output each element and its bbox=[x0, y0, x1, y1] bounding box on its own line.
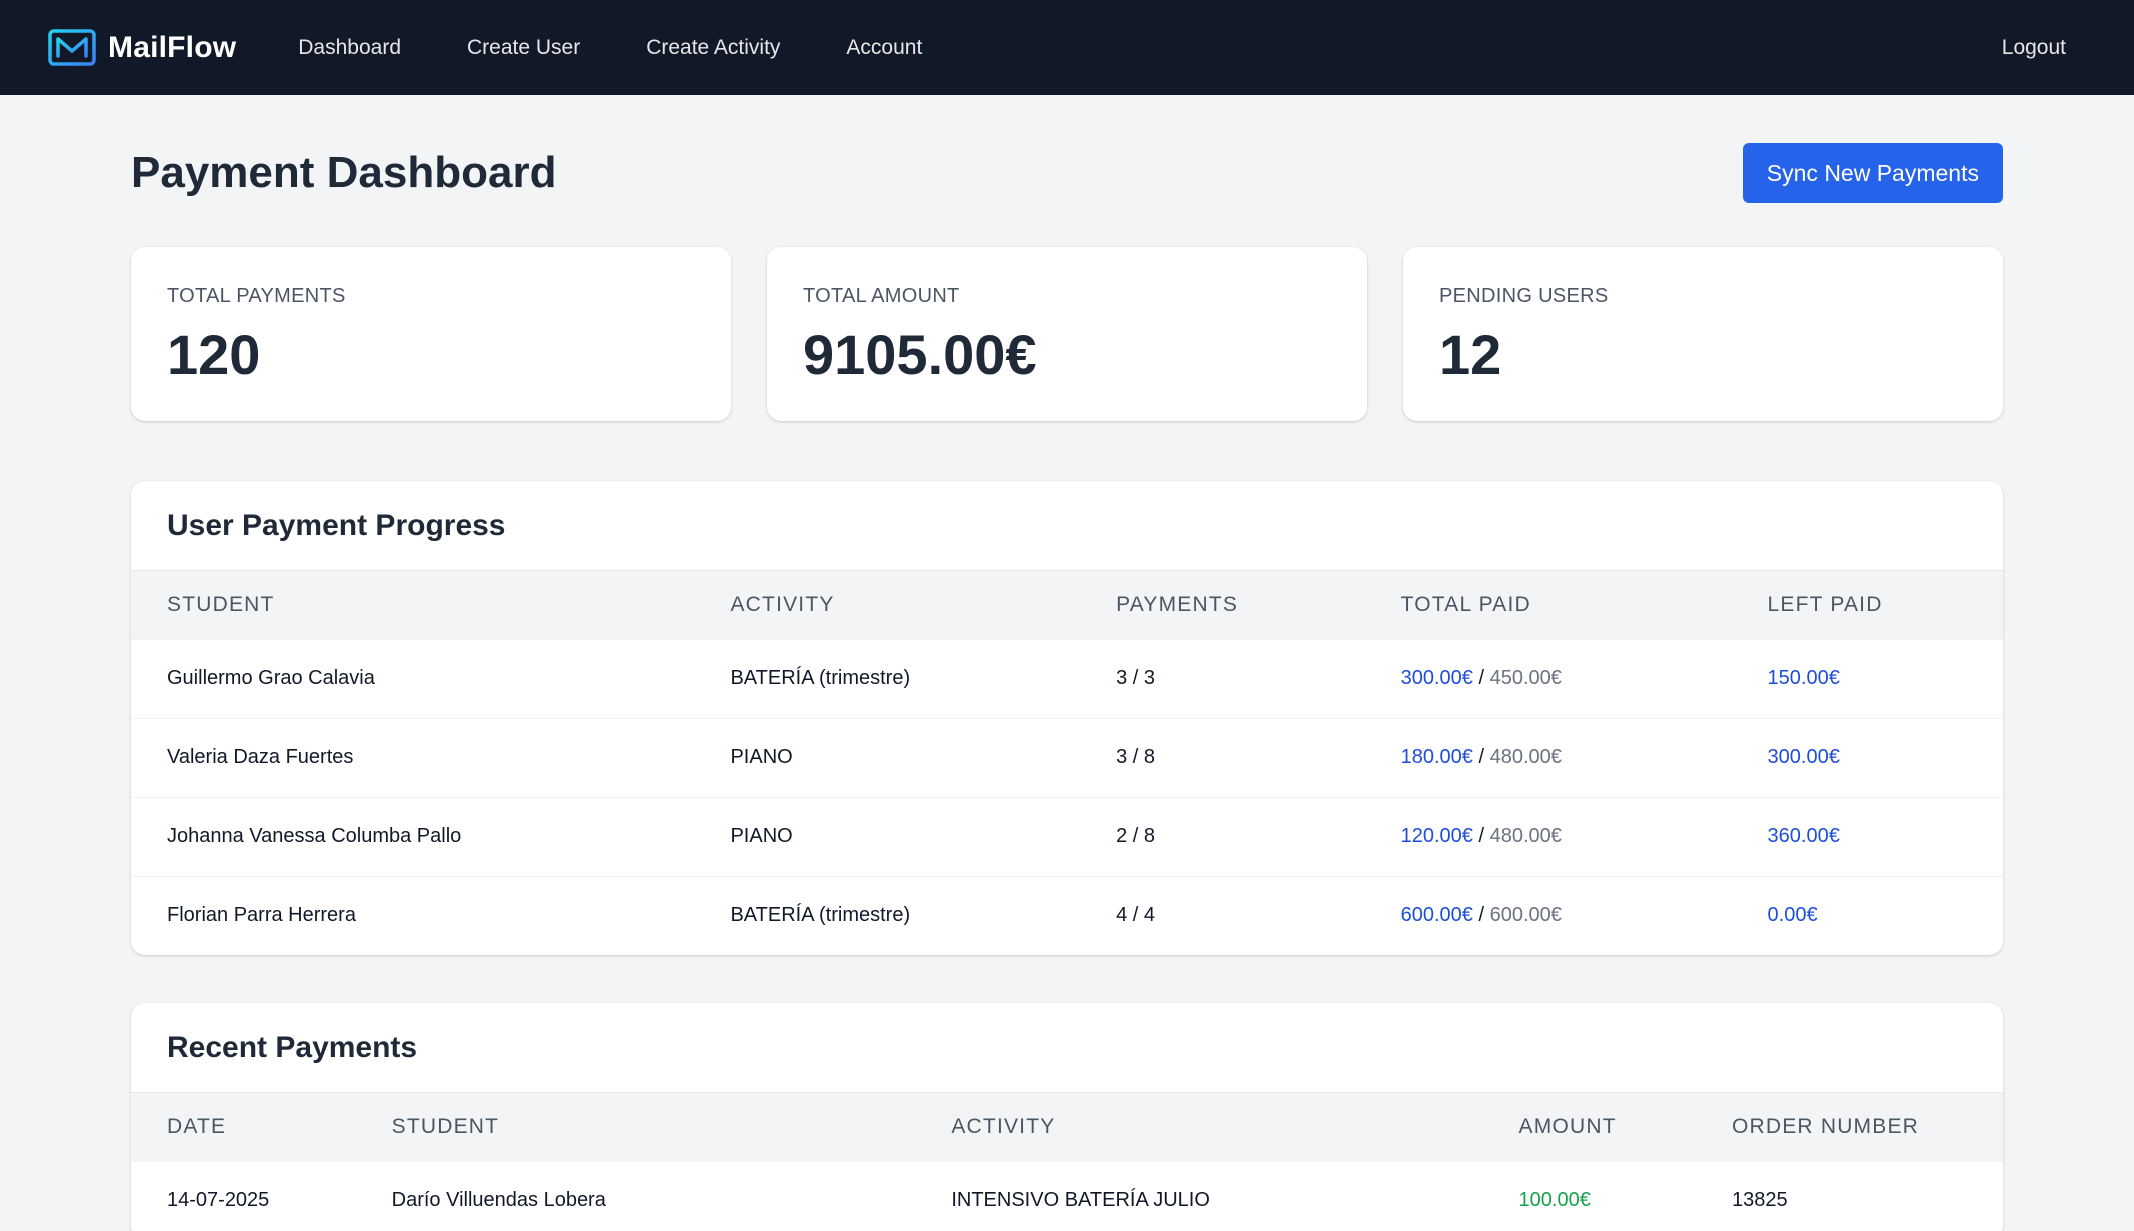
cell-student: Valeria Daza Fuertes bbox=[131, 717, 695, 797]
top-navbar: MailFlow Dashboard Create User Create Ac… bbox=[0, 0, 2134, 95]
stat-card-total-payments: TOTAL PAYMENTS 120 bbox=[131, 247, 731, 421]
cell-payments: 3 / 3 bbox=[1080, 638, 1365, 718]
nav-link-create-user[interactable]: Create User bbox=[467, 28, 580, 68]
column-header-student: STUDENT bbox=[167, 592, 275, 616]
main-content: Payment Dashboard Sync New Payments TOTA… bbox=[131, 95, 2003, 1231]
nav-link-dashboard[interactable]: Dashboard bbox=[298, 28, 401, 68]
cell-activity: PIANO bbox=[694, 796, 1081, 876]
cell-total-paid: 180.00€ / 480.00€ bbox=[1364, 717, 1732, 797]
recent-payments-panel: Recent Payments DATE STUDENT ACTIVITY AM… bbox=[131, 1003, 2003, 1231]
cell-student: Darío Villuendas Lobera bbox=[355, 1160, 916, 1231]
column-header-activity: ACTIVITY bbox=[730, 592, 835, 616]
stat-label: TOTAL PAYMENTS bbox=[167, 285, 346, 307]
column-header-student: STUDENT bbox=[391, 1114, 500, 1138]
column-header-amount: AMOUNT bbox=[1518, 1114, 1617, 1138]
brand[interactable]: MailFlow bbox=[48, 29, 236, 66]
cell-total-paid: 300.00€ / 450.00€ bbox=[1364, 638, 1732, 718]
stat-value: 12 bbox=[1439, 323, 1502, 386]
column-header-total-paid: TOTAL PAID bbox=[1400, 592, 1531, 616]
cell-order-number: 13825 bbox=[1695, 1160, 2003, 1231]
nav-link-create-activity[interactable]: Create Activity bbox=[646, 28, 780, 68]
column-header-date: DATE bbox=[167, 1114, 227, 1138]
cell-payments: 4 / 4 bbox=[1080, 875, 1365, 955]
table-row: 14-07-2025 Darío Villuendas Lobera INTEN… bbox=[131, 1160, 2003, 1231]
table-row: Johanna Vanessa Columba Pallo PIANO 2 / … bbox=[131, 796, 2003, 876]
total-amount: 480.00€ bbox=[1489, 825, 1562, 847]
table-row: Florian Parra Herrera BATERÍA (trimestre… bbox=[131, 875, 2003, 955]
stat-value: 9105.00€ bbox=[803, 323, 1037, 386]
page-title: Payment Dashboard bbox=[131, 148, 557, 197]
nav-link-account[interactable]: Account bbox=[846, 28, 922, 68]
logout-link[interactable]: Logout bbox=[2002, 36, 2066, 60]
cell-left-paid: 150.00€ bbox=[1731, 638, 2003, 718]
cell-total-paid: 120.00€ / 480.00€ bbox=[1364, 796, 1732, 876]
mail-logo-icon bbox=[48, 29, 96, 66]
cell-date: 14-07-2025 bbox=[131, 1160, 356, 1231]
stat-label: TOTAL AMOUNT bbox=[803, 285, 960, 307]
stat-label: PENDING USERS bbox=[1439, 285, 1609, 307]
nav-links: Dashboard Create User Create Activity Ac… bbox=[298, 28, 988, 68]
column-header-left-paid: LEFT PAID bbox=[1767, 592, 1883, 616]
paid-amount: 600.00€ bbox=[1400, 904, 1473, 927]
total-amount: 480.00€ bbox=[1489, 746, 1562, 768]
total-amount: 600.00€ bbox=[1489, 904, 1562, 927]
sync-payments-button[interactable]: Sync New Payments bbox=[1742, 143, 2003, 203]
cell-left-paid: 0.00€ bbox=[1731, 875, 2003, 955]
cell-left-paid: 300.00€ bbox=[1731, 717, 2003, 797]
paid-amount: 180.00€ bbox=[1400, 746, 1473, 768]
cell-activity: BATERÍA (trimestre) bbox=[694, 638, 1081, 718]
table-header-row: STUDENT ACTIVITY PAYMENTS TOTAL PAID LEF… bbox=[131, 571, 2003, 639]
panel-title: User Payment Progress bbox=[131, 481, 2003, 571]
table-row: Guillermo Grao Calavia BATERÍA (trimestr… bbox=[131, 638, 2003, 718]
stats-row: TOTAL PAYMENTS 120 TOTAL AMOUNT 9105.00€… bbox=[131, 247, 2003, 421]
column-header-activity: ACTIVITY bbox=[951, 1114, 1056, 1138]
paid-amount: 120.00€ bbox=[1400, 825, 1473, 847]
user-payment-progress-panel: User Payment Progress STUDENT ACTIVITY P… bbox=[131, 481, 2003, 955]
cell-student: Guillermo Grao Calavia bbox=[131, 638, 695, 718]
page-header: Payment Dashboard Sync New Payments bbox=[131, 143, 2003, 203]
cell-amount: 100.00€ bbox=[1482, 1160, 1696, 1231]
cell-student: Johanna Vanessa Columba Pallo bbox=[131, 796, 695, 876]
recent-payments-table: DATE STUDENT ACTIVITY AMOUNT ORDER NUMBE… bbox=[131, 1093, 2003, 1231]
progress-table: STUDENT ACTIVITY PAYMENTS TOTAL PAID LEF… bbox=[131, 571, 2003, 955]
stat-value: 120 bbox=[167, 323, 261, 386]
total-amount: 450.00€ bbox=[1489, 667, 1562, 689]
stat-card-total-amount: TOTAL AMOUNT 9105.00€ bbox=[767, 247, 1367, 421]
cell-activity: PIANO bbox=[694, 717, 1081, 797]
cell-activity: INTENSIVO BATERÍA JULIO bbox=[915, 1160, 1483, 1231]
column-header-order-number: ORDER NUMBER bbox=[1731, 1114, 1920, 1138]
column-header-payments: PAYMENTS bbox=[1116, 592, 1239, 616]
cell-activity: BATERÍA (trimestre) bbox=[694, 875, 1081, 955]
brand-name: MailFlow bbox=[108, 30, 237, 64]
cell-payments: 2 / 8 bbox=[1080, 796, 1365, 876]
stat-card-pending-users: PENDING USERS 12 bbox=[1403, 247, 2003, 421]
cell-payments: 3 / 8 bbox=[1080, 717, 1365, 797]
cell-total-paid: 600.00€ / 600.00€ bbox=[1364, 875, 1732, 955]
paid-amount: 300.00€ bbox=[1400, 667, 1473, 689]
cell-student: Florian Parra Herrera bbox=[131, 875, 695, 955]
cell-left-paid: 360.00€ bbox=[1731, 796, 2003, 876]
table-row: Valeria Daza Fuertes PIANO 3 / 8 180.00€… bbox=[131, 717, 2003, 797]
panel-title: Recent Payments bbox=[131, 1003, 2003, 1093]
table-header-row: DATE STUDENT ACTIVITY AMOUNT ORDER NUMBE… bbox=[131, 1093, 2003, 1161]
